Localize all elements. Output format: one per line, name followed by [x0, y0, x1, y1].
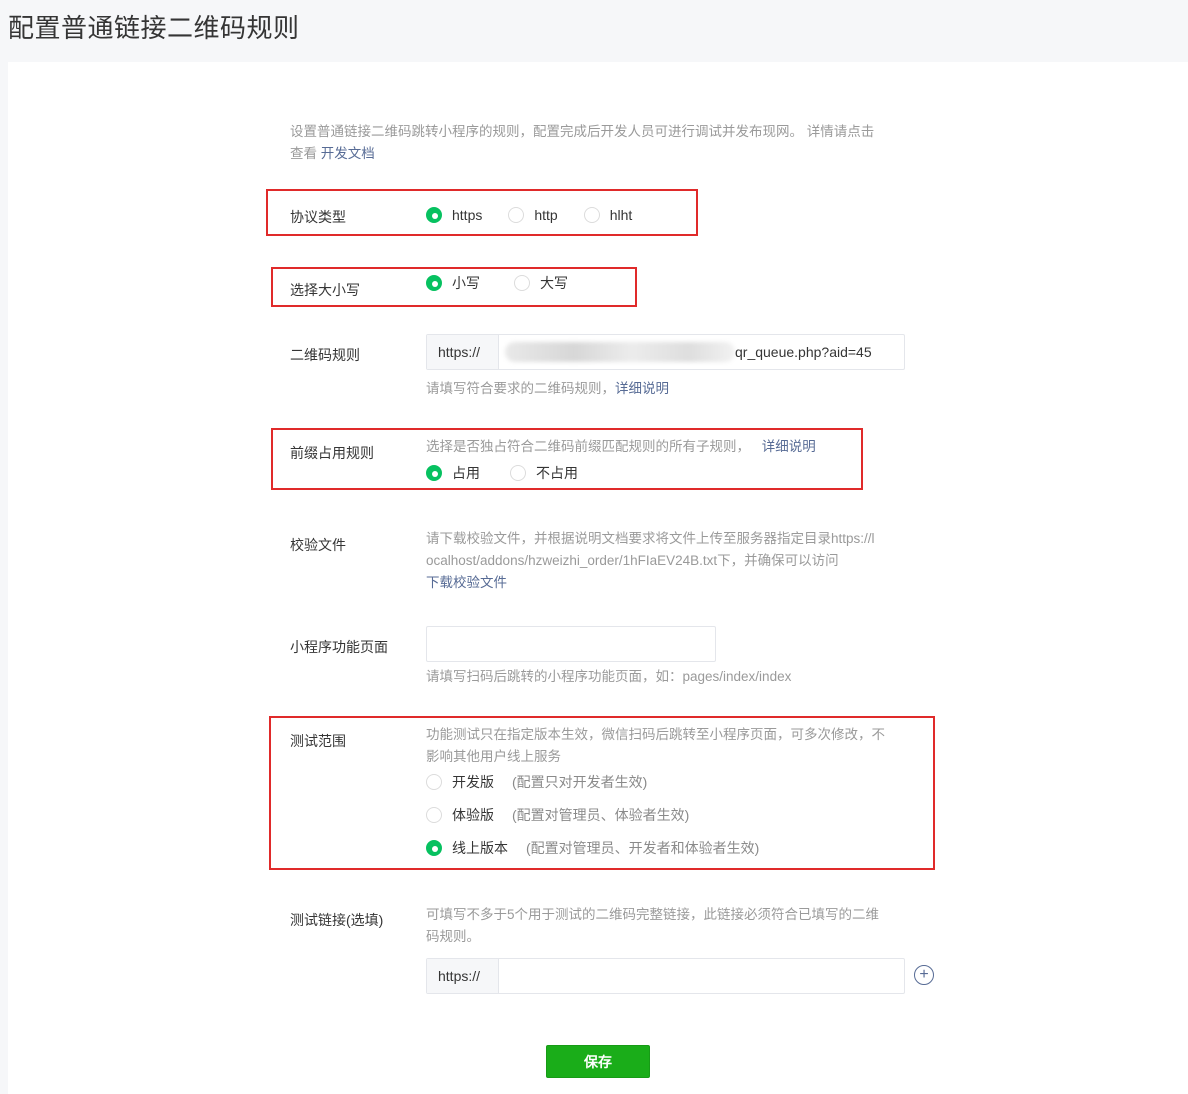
protocol-label: 协议类型 — [290, 209, 346, 225]
radio-https[interactable]: https — [426, 207, 482, 223]
verify-file-desc: 请下载校验文件，并根据说明文档要求将文件上传至服务器指定目录https://l … — [426, 528, 906, 594]
save-button[interactable]: 保存 — [546, 1045, 650, 1078]
radio-dot-online-version — [426, 840, 442, 856]
prefix-rule-desc: 选择是否独占符合二维码前缀匹配规则的所有子规则， 详细说明 — [426, 436, 816, 458]
test-link-label: 测试链接(选填) — [290, 912, 384, 928]
prefix-rule-detail-link[interactable]: 详细说明 — [762, 439, 816, 454]
qr-rule-detail-link[interactable]: 详细说明 — [615, 381, 669, 396]
radio-dot-trial-version — [426, 807, 442, 823]
test-link-input[interactable]: https:// — [426, 958, 905, 994]
test-scope-desc-line1: 功能测试只在指定版本生效，微信扫码后跳转至小程序页面，可多次修改，不 — [426, 727, 885, 742]
radio-trial-version[interactable]: 体验版 (配置对管理员、体验者生效) — [426, 805, 689, 825]
qr-rule-input[interactable]: https:// qr_queue.php?aid=45 — [426, 334, 905, 370]
qr-rule-label: 二维码规则 — [290, 347, 360, 363]
radio-dot-hlht — [583, 207, 600, 223]
test-link-desc: 可填写不多于5个用于测试的二维码完整链接，此链接必须符合已填写的二维 码规则。 — [426, 904, 916, 948]
case-label: 选择大小写 — [290, 282, 360, 298]
qr-rule-hint: 请填写符合要求的二维码规则，详细说明 — [426, 378, 669, 400]
qr-rule-hint-text: 请填写符合要求的二维码规则， — [426, 381, 615, 396]
radio-uppercase[interactable]: 大写 — [514, 273, 568, 293]
intro-line2: 查看 — [290, 146, 317, 161]
radio-lowercase-label: 小写 — [452, 275, 480, 291]
radio-online-version-note: (配置对管理员、开发者和体验者生效) — [526, 840, 760, 856]
qr-rule-field[interactable]: qr_queue.php?aid=45 — [499, 335, 904, 369]
test-scope-label: 测试范围 — [290, 733, 346, 749]
download-verify-file-link[interactable]: 下载校验文件 — [426, 575, 507, 590]
verify-file-desc-line1: 请下载校验文件，并根据说明文档要求将文件上传至服务器指定目录https://l — [426, 531, 875, 546]
test-link-desc-line1: 可填写不多于5个用于测试的二维码完整链接，此链接必须符合已填写的二维 — [426, 907, 880, 922]
test-link-desc-line2: 码规则。 — [426, 929, 480, 944]
radio-dot-not-occupy — [510, 465, 526, 481]
radio-dot-https — [426, 207, 442, 223]
dev-docs-link[interactable]: 开发文档 — [321, 146, 375, 161]
prefix-rule-desc-text: 选择是否独占符合二维码前缀匹配规则的所有子规则， — [426, 439, 750, 454]
radio-dot-dev-version — [426, 774, 442, 790]
prefix-rule-radio-group: 占用 不占用 — [426, 463, 578, 483]
test-scope-desc-line2: 影响其他用户线上服务 — [426, 749, 561, 764]
mp-page-label: 小程序功能页面 — [290, 639, 388, 655]
radio-lowercase[interactable]: 小写 — [426, 273, 480, 293]
mp-page-input[interactable] — [426, 626, 716, 662]
radio-hlht-label: hlht — [609, 207, 633, 223]
case-radio-group: 小写 大写 — [426, 273, 568, 293]
verify-file-desc-line2: ocalhost/addons/hzweizhi_order/1hFIaEV24… — [426, 553, 839, 568]
radio-dev-version-note: (配置只对开发者生效) — [512, 774, 648, 790]
radio-hlht[interactable]: hlht — [583, 207, 633, 223]
test-link-field[interactable] — [499, 959, 904, 993]
radio-uppercase-label: 大写 — [540, 275, 568, 291]
prefix-rule-label: 前缀占用规则 — [290, 445, 374, 461]
test-scope-desc: 功能测试只在指定版本生效，微信扫码后跳转至小程序页面，可多次修改，不 影响其他用… — [426, 724, 916, 768]
radio-http[interactable]: http — [508, 207, 558, 223]
intro-text: 设置普通链接二维码跳转小程序的规则，配置完成后开发人员可进行调试并发布现网。 详… — [290, 121, 910, 165]
radio-not-occupy-label: 不占用 — [536, 465, 578, 481]
radio-dot-lowercase — [426, 275, 442, 291]
radio-online-version-label: 线上版本 — [452, 840, 508, 856]
radio-trial-version-label: 体验版 — [452, 807, 494, 823]
radio-dot-http — [508, 207, 525, 223]
qr-rule-value: qr_queue.php?aid=45 — [735, 344, 872, 360]
radio-occupy-label: 占用 — [452, 465, 480, 481]
radio-http-label: http — [534, 207, 558, 223]
radio-https-label: https — [452, 207, 483, 223]
radio-dev-version-label: 开发版 — [452, 774, 494, 790]
radio-not-occupy[interactable]: 不占用 — [510, 463, 578, 483]
redacted-url-mask — [505, 342, 735, 362]
radio-dev-version[interactable]: 开发版 (配置只对开发者生效) — [426, 772, 647, 792]
protocol-radio-group: https http hlht — [426, 207, 632, 223]
intro-line1: 设置普通链接二维码跳转小程序的规则，配置完成后开发人员可进行调试并发布现网。 详… — [290, 124, 875, 139]
form-panel: 设置普通链接二维码跳转小程序的规则，配置完成后开发人员可进行调试并发布现网。 详… — [8, 62, 1188, 1094]
mp-page-hint: 请填写扫码后跳转的小程序功能页面，如：pages/index/index — [426, 669, 792, 684]
plus-circle-icon[interactable]: + — [914, 965, 934, 985]
qr-rule-prefix: https:// — [427, 335, 499, 369]
radio-trial-version-note: (配置对管理员、体验者生效) — [512, 807, 690, 823]
verify-file-label: 校验文件 — [290, 537, 346, 553]
test-link-prefix: https:// — [427, 959, 499, 993]
radio-occupy[interactable]: 占用 — [426, 463, 480, 483]
radio-online-version[interactable]: 线上版本 (配置对管理员、开发者和体验者生效) — [426, 838, 759, 858]
page-title: 配置普通链接二维码规则 — [8, 13, 300, 43]
radio-dot-occupy — [426, 465, 442, 481]
radio-dot-uppercase — [514, 275, 530, 291]
